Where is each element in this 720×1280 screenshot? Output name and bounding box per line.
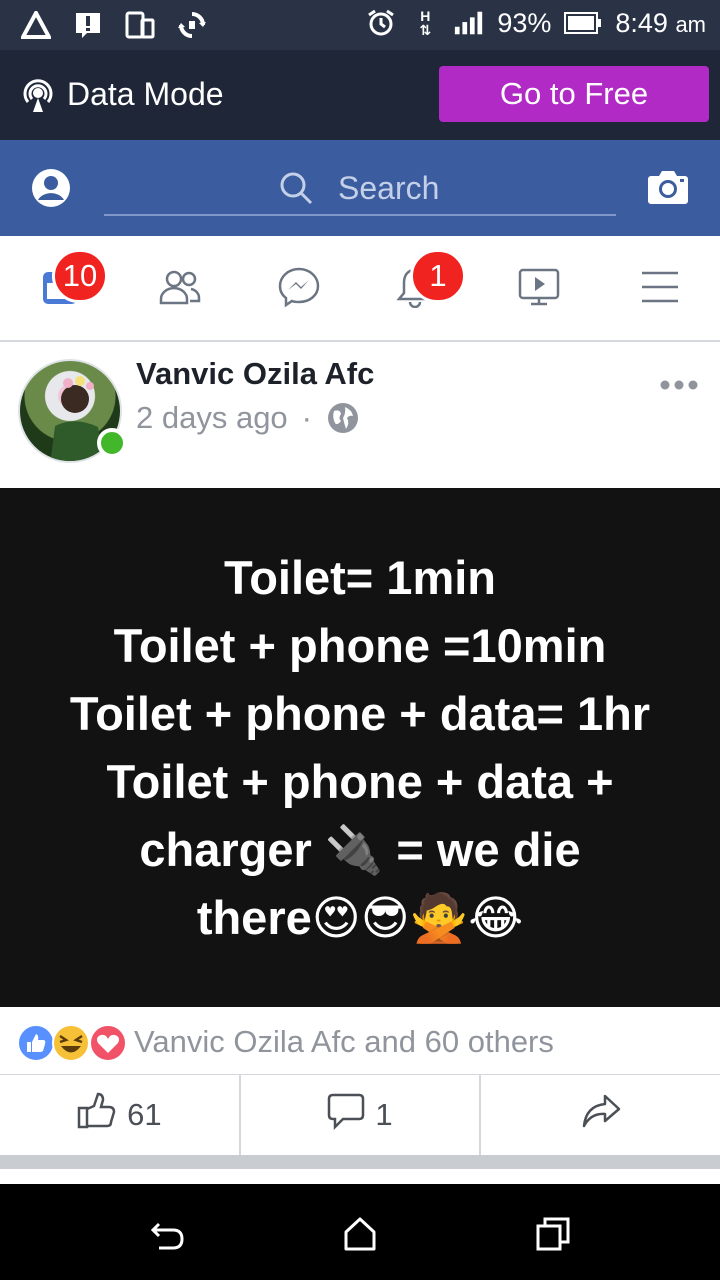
online-status-indicator [97, 428, 127, 458]
back-icon[interactable] [149, 1216, 185, 1252]
tab-bar: 10 1 [0, 236, 720, 342]
next-post-edge [0, 1169, 720, 1184]
comment-count: 1 [375, 1097, 393, 1132]
comment-bubble-icon [327, 1092, 365, 1138]
messenger-icon [278, 266, 320, 313]
post-header: Vanvic Ozila Afc 2 days ago · [0, 342, 720, 488]
more-options-icon[interactable] [660, 378, 698, 392]
post-timestamp[interactable]: 2 days ago [136, 400, 288, 436]
reactions-summary-text: Vanvic Ozila Afc and 60 others [134, 1024, 554, 1059]
notifications-badge: 1 [410, 249, 466, 303]
data-mode-label: Data Mode [67, 76, 224, 112]
meta-separator: · [301, 400, 312, 435]
tab-menu[interactable] [637, 266, 683, 312]
like-count: 61 [127, 1097, 162, 1132]
home-icon[interactable] [342, 1216, 378, 1252]
thumbs-up-icon [77, 1092, 117, 1138]
post-content[interactable]: Toilet= 1min Toilet + phone =10min Toile… [0, 488, 720, 1007]
data-mode-bar: Data Mode Go to Free [0, 50, 720, 140]
tab-messenger[interactable] [276, 266, 322, 312]
clock: 8:49 am [615, 7, 706, 38]
go-to-free-button[interactable]: Go to Free [439, 66, 709, 122]
status-bar: H ⇅ 93% 8:49 am [0, 0, 720, 50]
comment-button[interactable]: 1 [241, 1075, 482, 1155]
app-header: Search [0, 140, 720, 236]
video-play-icon [518, 267, 560, 312]
search-input[interactable]: Search [104, 166, 616, 216]
globe-icon [326, 401, 360, 435]
signal-icon [453, 7, 485, 39]
search-placeholder: Search [338, 170, 440, 206]
hamburger-menu-icon [640, 270, 680, 309]
network-type-icon: H ⇅ [419, 8, 432, 38]
camera-icon[interactable] [647, 168, 689, 206]
share-arrow-icon [581, 1093, 621, 1137]
profile-icon[interactable] [31, 168, 71, 208]
post-author-name[interactable]: Vanvic Ozila Afc [136, 356, 374, 392]
battery-percent: 93% [497, 7, 552, 38]
broadcast-icon [20, 78, 56, 114]
reactions-summary[interactable]: Vanvic Ozila Afc and 60 others [0, 1007, 720, 1075]
sync-icon [176, 9, 208, 41]
reaction-icons [16, 1023, 128, 1063]
friends-icon [158, 267, 202, 312]
warning-triangle-icon [20, 9, 52, 41]
battery-icon [563, 7, 603, 39]
tab-friends[interactable] [157, 266, 203, 312]
search-icon [278, 170, 314, 206]
post-meta: 2 days ago · [136, 400, 360, 436]
alarm-clock-icon [365, 7, 397, 39]
share-button[interactable] [481, 1075, 720, 1155]
like-button[interactable]: 61 [0, 1075, 241, 1155]
feed-separator [0, 1155, 720, 1169]
tab-watch[interactable] [516, 266, 562, 312]
post-actions: 61 1 [0, 1075, 720, 1155]
system-navigation-bar [0, 1184, 720, 1280]
post-text: Toilet= 1min Toilet + phone =10min Toile… [69, 550, 651, 944]
alert-message-icon [72, 9, 104, 41]
devices-icon [124, 9, 156, 41]
recent-apps-icon[interactable] [535, 1216, 571, 1252]
news-feed-badge: 10 [52, 249, 108, 303]
